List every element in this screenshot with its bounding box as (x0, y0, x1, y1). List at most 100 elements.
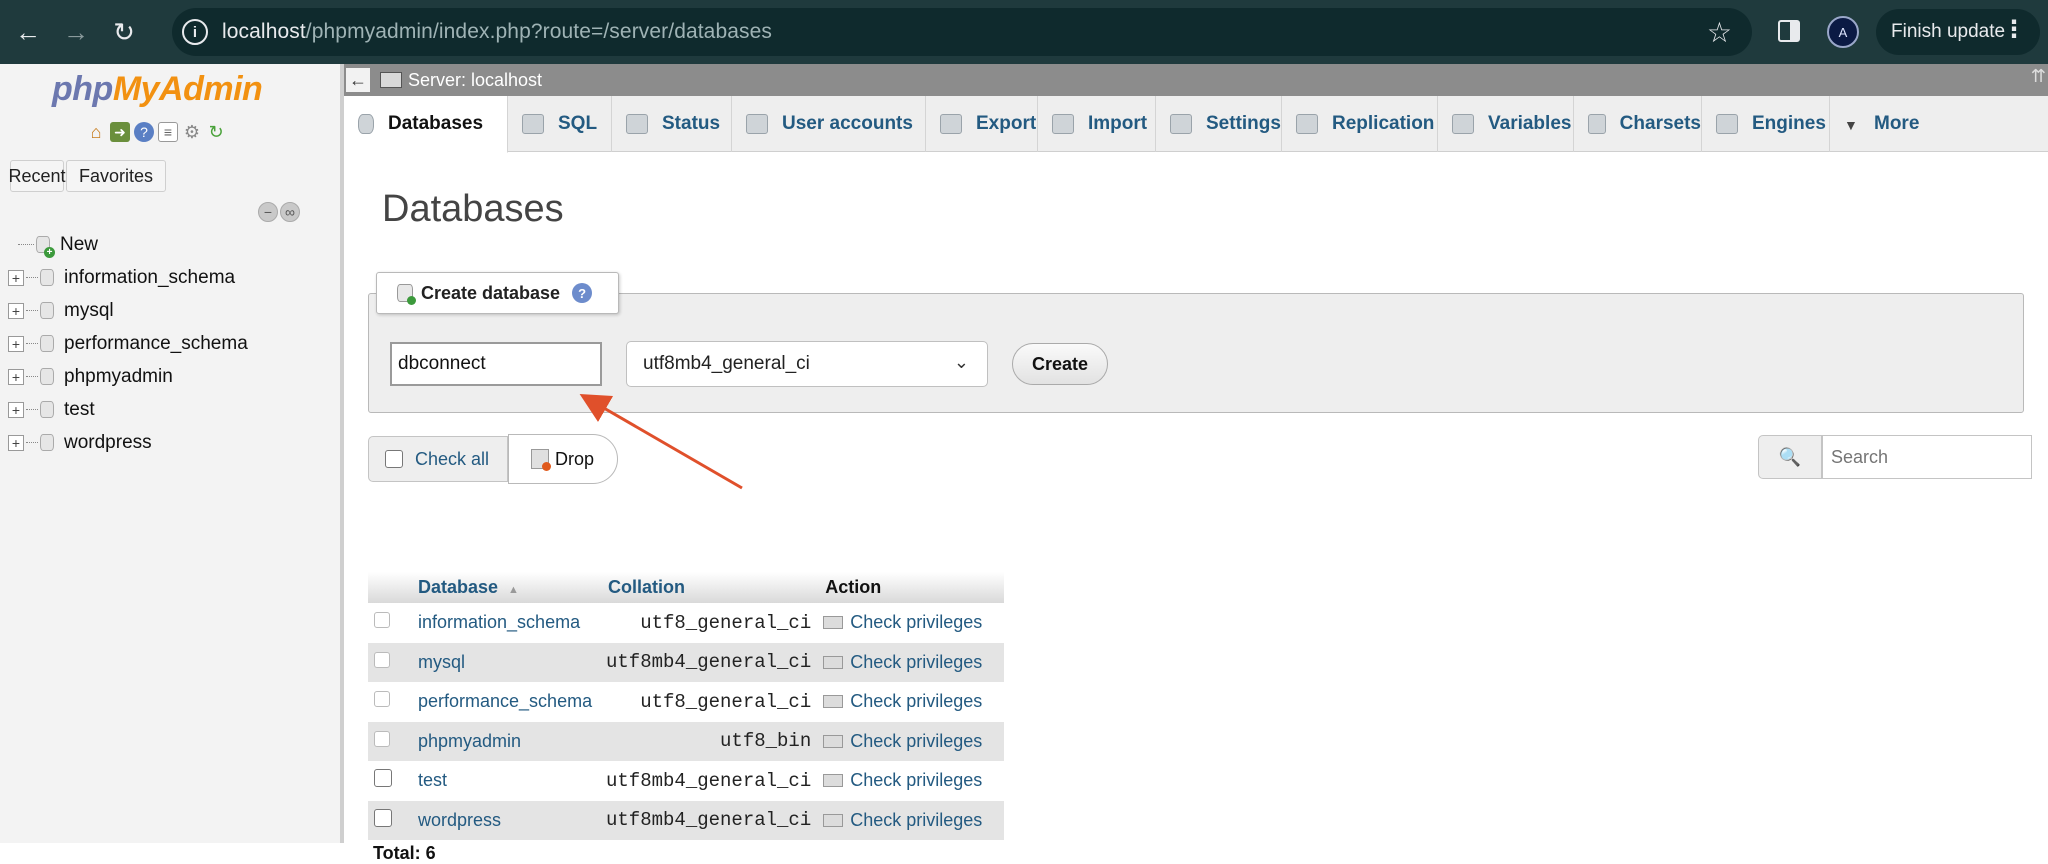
tree-item-information-schema[interactable]: + information_schema (8, 261, 248, 294)
tab-label: More (1874, 113, 1920, 134)
table-row: test utf8mb4_general_ci Check privileges (368, 761, 1004, 801)
variables-icon (1452, 114, 1474, 134)
database-name-link[interactable]: test (410, 761, 600, 801)
database-name-link[interactable]: mysql (410, 642, 600, 682)
check-privileges-link[interactable]: Check privileges (817, 642, 1004, 682)
reload-icon[interactable]: ↻ (104, 12, 144, 52)
tab-databases[interactable]: Databases (344, 96, 508, 153)
server-label[interactable]: Server: localhost (408, 70, 542, 91)
tree-item-label: phpmyadmin (64, 365, 173, 387)
check-privileges-link[interactable]: Check privileges (817, 761, 1004, 801)
tab-import[interactable]: Import (1038, 96, 1156, 152)
collapse-all-icon[interactable]: − (258, 202, 278, 222)
expand-icon[interactable]: + (8, 368, 24, 385)
sql-icon (522, 114, 544, 134)
settings-gear-icon[interactable]: ⚙ (182, 122, 202, 142)
row-checkbox-cell (368, 761, 410, 801)
database-name-link[interactable]: information_schema (410, 603, 600, 643)
tab-replication[interactable]: Replication (1282, 96, 1438, 152)
database-name-input[interactable] (390, 342, 602, 386)
drop-button[interactable]: Drop (508, 434, 618, 484)
site-info-icon[interactable]: i (182, 19, 208, 45)
tree-item-performance-schema[interactable]: + performance_schema (8, 327, 248, 360)
phpmyadmin-logo[interactable]: phpMyAdmin (52, 70, 263, 109)
tab-label: User accounts (782, 113, 913, 134)
tree-item-new[interactable]: New (8, 228, 248, 261)
row-checkbox-cell (368, 800, 410, 840)
side-panel-icon[interactable] (1778, 20, 1800, 42)
search-icon[interactable]: 🔍 (1758, 435, 1822, 479)
database-name-link[interactable]: wordpress (410, 800, 600, 840)
table-row: wordpress utf8mb4_general_ci Check privi… (368, 800, 1004, 840)
search-input[interactable] (1822, 435, 2032, 479)
database-name-link[interactable]: performance_schema (410, 682, 600, 722)
action-label: Check privileges (850, 770, 983, 791)
tree-item-mysql[interactable]: + mysql (8, 294, 248, 327)
database-icon (40, 368, 54, 385)
main-content: ← Server: localhost ⇈ Databases SQL Stat… (344, 64, 2048, 863)
back-arrow-icon[interactable]: ← (8, 12, 48, 52)
bookmark-star-icon[interactable]: ☆ (1707, 16, 1732, 49)
tab-export[interactable]: Export (926, 96, 1038, 152)
logout-icon[interactable]: ➜ (110, 122, 130, 142)
expand-icon[interactable]: + (8, 269, 24, 286)
reload-navigation-icon[interactable]: ↻ (206, 122, 226, 142)
expand-icon[interactable]: + (8, 335, 24, 352)
header-database[interactable]: Database ▲ (410, 572, 600, 603)
row-checkbox (374, 651, 390, 668)
check-privileges-link[interactable]: Check privileges (817, 800, 1004, 840)
tab-engines[interactable]: Engines (1702, 96, 1830, 152)
databases-table: Database ▲ Collation Action information_s… (368, 572, 1004, 840)
check-privileges-link[interactable]: Check privileges (817, 721, 1004, 761)
tab-settings[interactable]: Settings (1156, 96, 1282, 152)
action-label: Check privileges (850, 809, 983, 830)
address-bar[interactable]: i localhost/phpmyadmin/index.php?route=/… (172, 8, 1752, 56)
row-checkbox[interactable] (374, 769, 392, 788)
recent-tab[interactable]: Recent (8, 160, 66, 192)
finish-update-button[interactable]: Finish update ⋮ (1876, 9, 2040, 55)
forward-arrow-icon[interactable]: → (56, 12, 96, 52)
tab-variables[interactable]: Variables (1438, 96, 1574, 152)
header-database-label: Database (418, 577, 499, 597)
scroll-top-icon[interactable]: ⇈ (2031, 66, 2046, 87)
tab-status[interactable]: Status (612, 96, 732, 152)
tree-item-phpmyadmin[interactable]: + phpmyadmin (8, 360, 248, 393)
link-with-main-icon[interactable]: ∞ (280, 202, 300, 222)
check-privileges-link[interactable]: Check privileges (817, 603, 1004, 643)
favorites-tab[interactable]: Favorites (66, 160, 166, 192)
collation-cell: utf8mb4_general_ci (600, 642, 818, 682)
help-icon[interactable]: ? (134, 122, 154, 142)
documentation-icon[interactable]: ≡ (158, 122, 178, 142)
profile-avatar[interactable]: A (1827, 16, 1859, 48)
collation-select[interactable]: utf8mb4_general_ci ⌄ (626, 341, 988, 387)
charsets-icon (1588, 114, 1606, 134)
expand-icon[interactable]: + (8, 302, 24, 319)
more-vert-icon[interactable]: ⋮ (2002, 15, 2026, 44)
address-url[interactable]: localhost/phpmyadmin/index.php?route=/se… (222, 20, 772, 44)
database-icon (40, 401, 54, 418)
tree-item-test[interactable]: + test (8, 393, 248, 426)
header-collation[interactable]: Collation (600, 572, 818, 603)
database-icon (40, 302, 54, 319)
database-name-link[interactable]: phpmyadmin (410, 721, 600, 761)
help-icon[interactable]: ? (572, 283, 593, 303)
action-label: Check privileges (850, 691, 983, 712)
expand-icon[interactable]: + (8, 401, 24, 418)
collapse-panel-arrow-icon[interactable]: ← (346, 68, 370, 92)
check-privileges-link[interactable]: Check privileges (817, 682, 1004, 722)
create-button[interactable]: Create (1012, 343, 1108, 385)
check-all-toggle[interactable]: Check all (368, 436, 508, 482)
expand-icon[interactable]: + (8, 434, 24, 451)
database-icon (358, 114, 374, 134)
tab-more[interactable]: More (1830, 96, 2048, 152)
tab-label: Databases (388, 113, 484, 134)
row-checkbox[interactable] (374, 808, 392, 827)
tab-user-accounts[interactable]: User accounts (732, 96, 926, 152)
home-icon[interactable]: ⌂ (86, 122, 106, 142)
check-all-checkbox[interactable] (385, 450, 403, 468)
tab-sql[interactable]: SQL (508, 96, 612, 152)
tab-charsets[interactable]: Charsets (1574, 96, 1702, 152)
create-button-label: Create (1031, 353, 1089, 374)
tree-item-wordpress[interactable]: + wordpress (8, 426, 248, 459)
drop-database-icon (531, 449, 551, 471)
